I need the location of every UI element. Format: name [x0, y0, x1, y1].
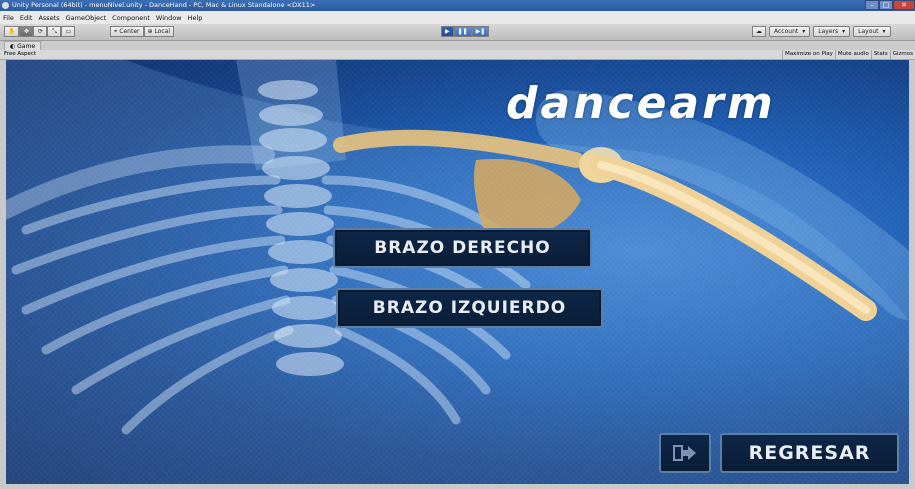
right-toolbar: ☁ Account ▾ Layers ▾ Layout ▾	[752, 26, 891, 37]
minimize-button[interactable]: –	[865, 0, 879, 10]
left-arm-button[interactable]: Brazo Izquierdo	[336, 288, 603, 328]
globe-icon: ⊕	[147, 28, 155, 35]
play-button[interactable]: ▶	[441, 26, 454, 37]
move-tool-icon[interactable]: ✥	[19, 26, 34, 37]
window-titlebar: Unity Personal (64bit) - menuNivel.unity…	[0, 0, 915, 11]
menu-help[interactable]: Help	[185, 14, 206, 22]
back-icon-button[interactable]	[659, 433, 711, 473]
layers-dropdown[interactable]: Layers ▾	[813, 26, 851, 37]
window-title: Unity Personal (64bit) - menuNivel.unity…	[12, 1, 316, 9]
cloud-icon[interactable]: ☁	[752, 26, 766, 37]
hand-tool-icon[interactable]: ✋	[4, 26, 20, 37]
back-button[interactable]: Regresar	[720, 433, 899, 473]
menu-window[interactable]: Window	[153, 14, 185, 22]
chevron-down-icon: ▾	[802, 28, 806, 35]
layout-dropdown[interactable]: Layout ▾	[853, 26, 891, 37]
game-view: dancearm Brazo Derecho Brazo Izquierdo R…	[6, 60, 909, 484]
stats-toggle[interactable]: Stats	[870, 50, 890, 59]
menu-edit[interactable]: Edit	[17, 14, 36, 22]
layout-label: Layout	[858, 28, 879, 35]
toolbar: ✋ ✥ ⟳ ⤡ ▭ ⌖ Center ⊕ Local ▶ ❚❚ ▶❚ ☁ Acc…	[0, 24, 915, 41]
exit-arrow-icon	[673, 445, 696, 461]
rect-tool-icon[interactable]: ▭	[61, 26, 76, 37]
menu-assets[interactable]: Assets	[35, 14, 62, 22]
rotate-tool-icon[interactable]: ⟳	[33, 26, 48, 37]
play-controls: ▶ ❚❚ ▶❚	[441, 26, 490, 37]
pivot-local-toggle[interactable]: ⊕ Local	[143, 26, 174, 37]
aspect-dropdown[interactable]: Free Aspect	[4, 50, 94, 58]
right-arm-button[interactable]: Brazo Derecho	[333, 228, 592, 268]
unity-app-icon	[2, 2, 9, 9]
gizmos-dropdown[interactable]: Gizmos	[889, 50, 915, 59]
tab-game[interactable]: ◐ Game	[4, 41, 42, 50]
maximize-button[interactable]: □	[879, 0, 893, 10]
step-button[interactable]: ▶❚	[471, 26, 490, 37]
game-tab-label: Game	[17, 43, 36, 50]
menubar: File Edit Assets GameObject Component Wi…	[0, 11, 915, 24]
pivot-center-label: Center	[119, 28, 140, 35]
game-tab-strip: ◐ Game	[0, 41, 915, 50]
transform-tools: ✋ ✥ ⟳ ⤡ ▭	[4, 26, 76, 37]
pivot-local-label: Local	[154, 28, 170, 35]
window-controls: – □ ✕	[865, 0, 915, 11]
game-view-options: Maximize on Play Mute audio Stats Gizmos	[782, 50, 915, 59]
maximize-on-play-toggle[interactable]: Maximize on Play	[782, 50, 835, 59]
menu-file[interactable]: File	[0, 14, 17, 22]
pivot-center-toggle[interactable]: ⌖ Center	[110, 26, 144, 37]
menu-component[interactable]: Component	[109, 14, 153, 22]
account-dropdown[interactable]: Account ▾	[769, 26, 811, 37]
dancearm-logo: dancearm	[506, 78, 776, 129]
chevron-down-icon: ▾	[882, 28, 886, 35]
scale-tool-icon[interactable]: ⤡	[47, 26, 62, 37]
mute-audio-toggle[interactable]: Mute audio	[834, 50, 871, 59]
account-label: Account	[774, 28, 799, 35]
aspect-label: Free Aspect	[4, 51, 37, 57]
menu-gameobject[interactable]: GameObject	[63, 14, 110, 22]
pause-button[interactable]: ❚❚	[453, 26, 472, 37]
pivot-toggles: ⌖ Center ⊕ Local	[110, 26, 174, 37]
game-view-toolbar: Free Aspect Maximize on Play Mute audio …	[0, 50, 915, 60]
chevron-down-icon: ▾	[842, 28, 846, 35]
close-button[interactable]: ✕	[893, 0, 915, 10]
layers-label: Layers	[818, 28, 839, 35]
